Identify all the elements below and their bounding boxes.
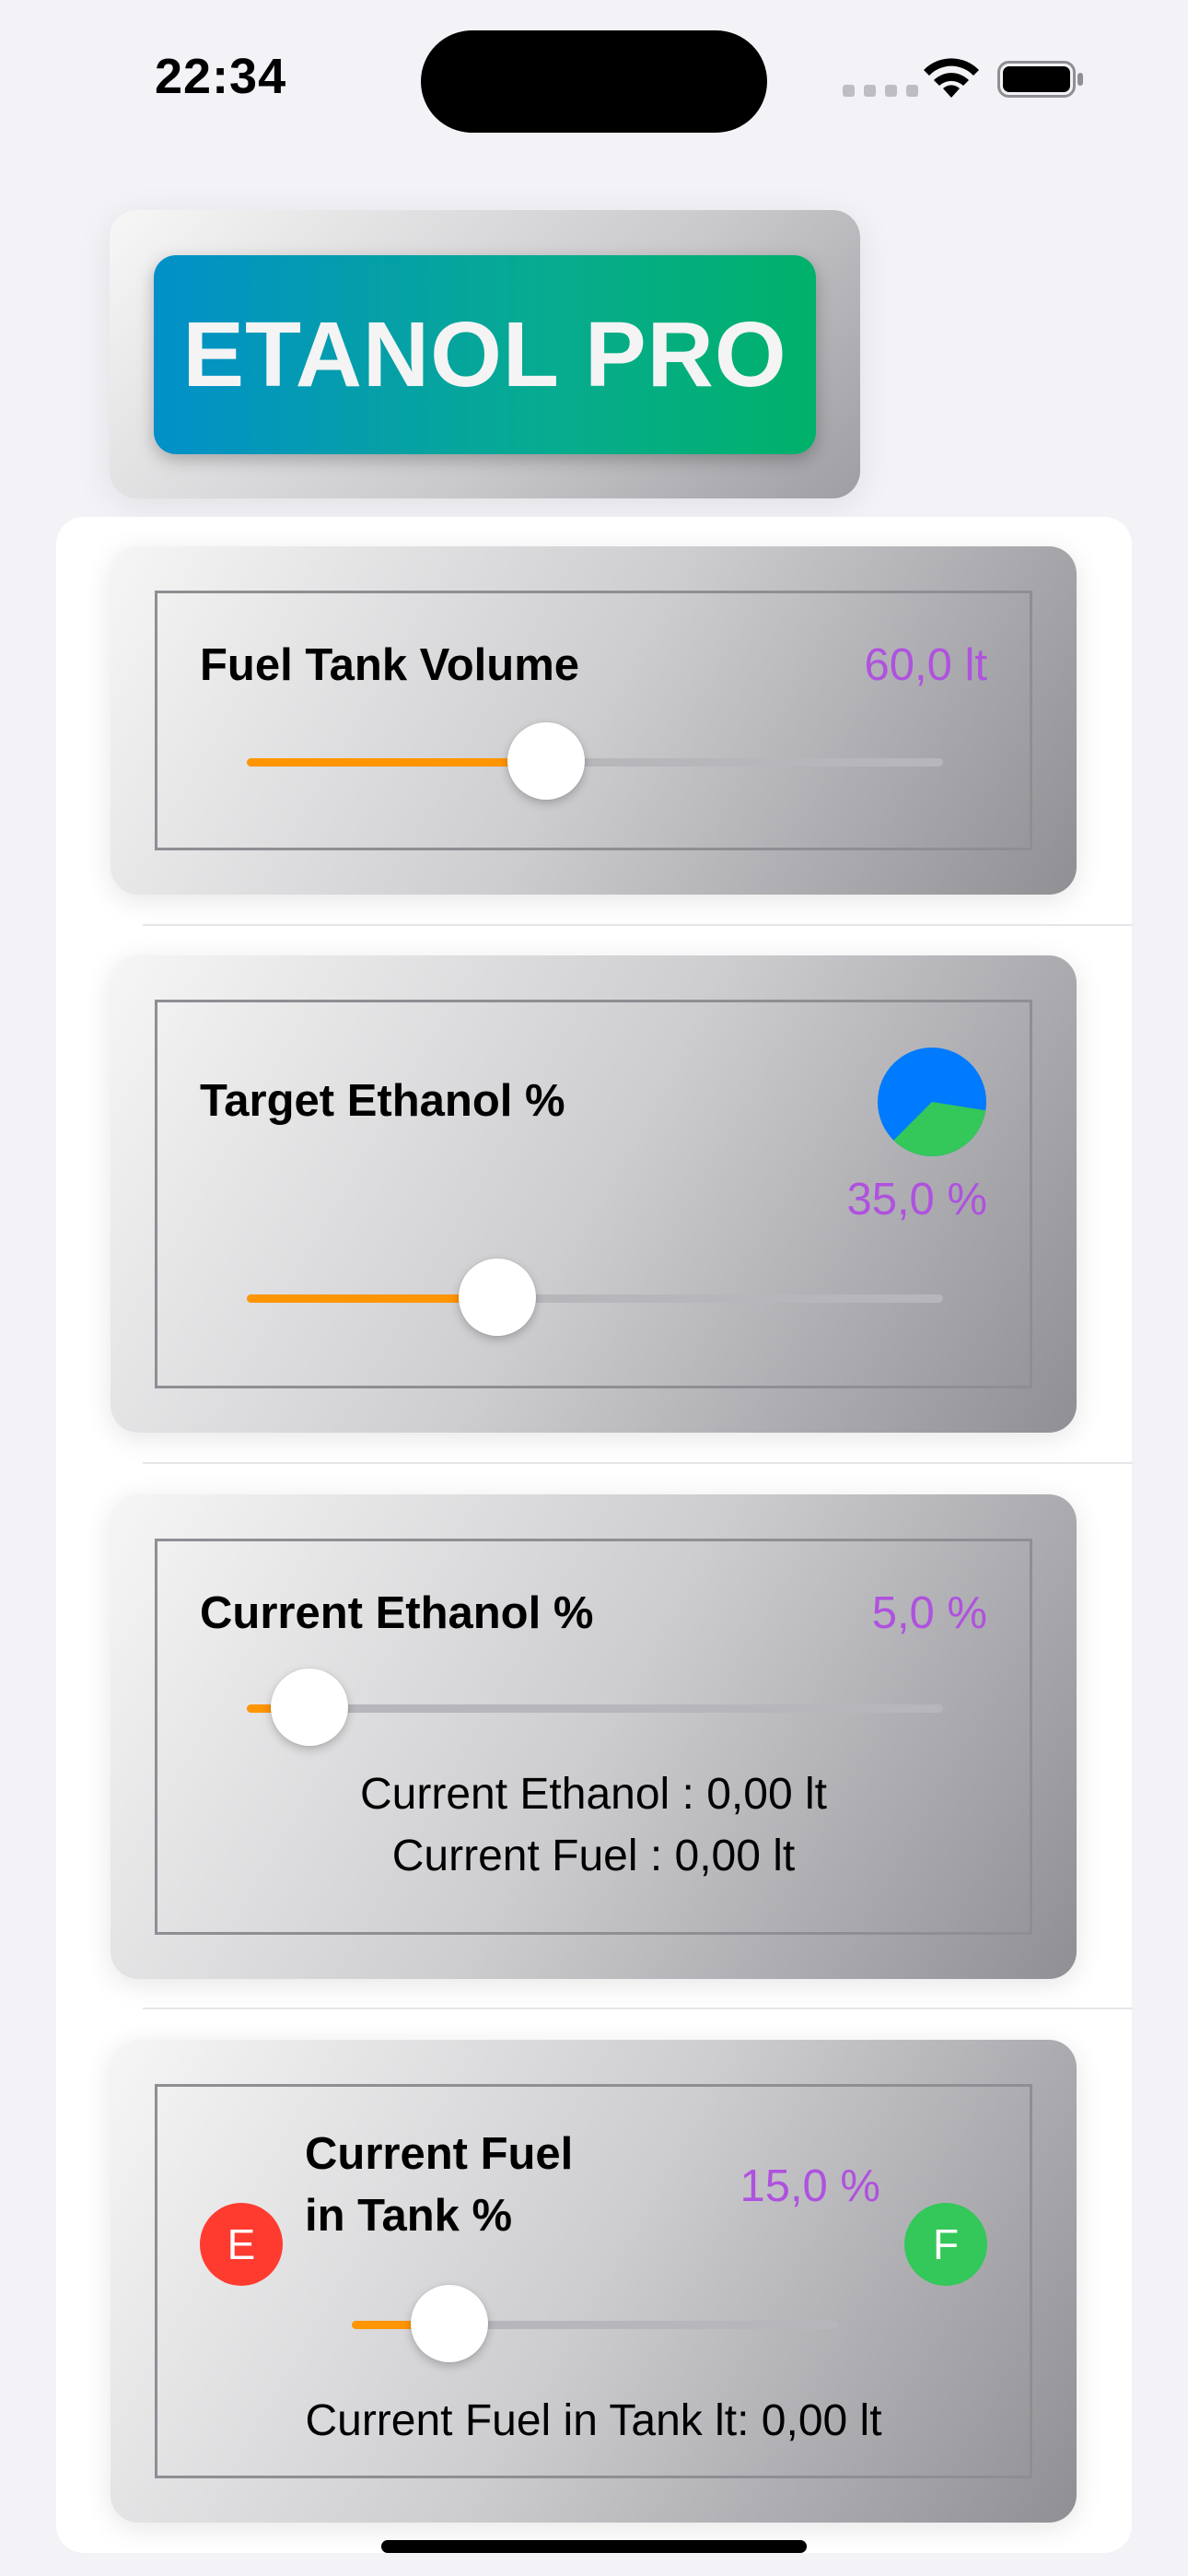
slider-thumb[interactable] [507, 722, 586, 800]
home-indicator [381, 2540, 807, 2553]
fuel-in-tank-slider[interactable] [352, 2282, 838, 2365]
app-title-badge: ETANOL PRO [154, 255, 816, 454]
ethanol-pie-chart [878, 1048, 986, 1156]
card-frame: Target Ethanol % 35,0 % [155, 1000, 1032, 1388]
current-ethanol-slider[interactable] [247, 1666, 943, 1749]
target-ethanol-slider[interactable] [247, 1256, 943, 1339]
current-ethanol-liters: Current Ethanol : 0,00 lt [360, 1770, 827, 1819]
card-frame: Fuel Tank Volume 60,0 lt [155, 591, 1032, 850]
fuel-in-tank-label-line1: Current Fuel [305, 2129, 574, 2179]
fuel-in-tank-liters: Current Fuel in Tank lt: 0,00 lt [305, 2396, 882, 2445]
dynamic-island [421, 30, 767, 133]
fuel-tank-volume-value: 60,0 lt [864, 640, 987, 690]
target-ethanol-value: 35,0 % [846, 1175, 987, 1224]
wifi-icon [924, 58, 979, 98]
slider-thumb[interactable] [410, 2285, 488, 2362]
slider-thumb[interactable] [271, 1669, 349, 1746]
card-frame: Current Ethanol % 5,0 % Current Ethanol … [155, 1539, 1032, 1935]
slider-thumb[interactable] [459, 1259, 537, 1336]
current-ethanol-value: 5,0 % [871, 1588, 987, 1638]
status-time: 22:34 [155, 49, 287, 104]
current-ethanol-card: Current Ethanol % 5,0 % Current Ethanol … [111, 1494, 1077, 1979]
title-card: ETANOL PRO [110, 210, 860, 498]
current-fuel-liters: Current Fuel : 0,00 lt [391, 1832, 796, 1880]
fuel-tank-volume-label: Fuel Tank Volume [200, 640, 580, 690]
list-separator [143, 2008, 1133, 2009]
fuel-in-tank-card: E F Current Fuel in Tank % 15,0 % Curren… [111, 2040, 1077, 2523]
cellular-signal-icon [843, 85, 918, 97]
app-title: ETANOL PRO [182, 302, 787, 406]
card-frame: E F Current Fuel in Tank % 15,0 % Curren… [155, 2084, 1032, 2478]
empty-indicator-icon: E [200, 2203, 283, 2286]
fuel-tank-volume-card: Fuel Tank Volume 60,0 lt [111, 546, 1077, 895]
fuel-tank-volume-slider[interactable] [247, 720, 943, 802]
target-ethanol-label: Target Ethanol % [200, 1076, 565, 1126]
current-ethanol-label: Current Ethanol % [200, 1588, 594, 1638]
list-separator [143, 924, 1133, 926]
battery-icon [997, 61, 1083, 98]
fuel-in-tank-value: 15,0 % [740, 2161, 880, 2211]
full-indicator-icon: F [904, 2203, 987, 2286]
fuel-in-tank-label-line2: in Tank % [305, 2191, 513, 2241]
list-separator [143, 1462, 1133, 1464]
target-ethanol-card: Target Ethanol % 35,0 % [111, 955, 1077, 1433]
